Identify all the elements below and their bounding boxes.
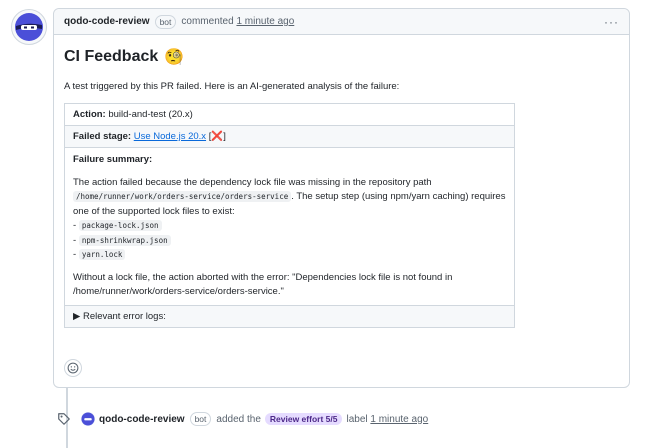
comment-body: CI Feedback 🧐 A test triggered by this P… bbox=[54, 35, 629, 328]
tag-icon bbox=[58, 413, 70, 425]
repo-path-code: /home/runner/work/orders-service/orders-… bbox=[73, 191, 292, 202]
avatar[interactable] bbox=[11, 9, 47, 45]
logs-summary[interactable]: Relevant error logs: bbox=[83, 311, 166, 322]
avatar[interactable] bbox=[81, 412, 95, 426]
review-effort-label[interactable]: Review effort 5/5 bbox=[264, 413, 343, 425]
event-author[interactable]: qodo-code-review bbox=[99, 414, 185, 425]
failed-stage-row: Failed stage: Use Node.js 20.x [❌] bbox=[64, 125, 515, 148]
timeline-event: qodo-code-review bot added the Review ef… bbox=[57, 412, 428, 426]
more-options-icon[interactable]: ··· bbox=[604, 15, 619, 29]
list-item: - yarn.lock bbox=[73, 248, 506, 263]
bot-avatar-icon bbox=[81, 412, 95, 426]
feedback-table: Action: build-and-test (20.x) Failed sta… bbox=[64, 103, 515, 328]
comment-author[interactable]: qodo-code-review bbox=[64, 16, 150, 27]
summary-label: Failure summary: bbox=[73, 154, 153, 165]
comment-title: CI Feedback 🧐 bbox=[64, 47, 618, 67]
bot-avatar-icon bbox=[15, 13, 43, 41]
comment-action: commented bbox=[181, 16, 234, 27]
summary-row: Failure summary: The action failed becau… bbox=[64, 147, 515, 306]
add-reaction-button[interactable] bbox=[64, 359, 82, 377]
bot-badge: bot bbox=[189, 412, 212, 426]
action-label: Action: bbox=[73, 109, 106, 120]
title-text: CI Feedback bbox=[64, 48, 159, 65]
comment-box: qodo-code-review bot commented 1 minute … bbox=[53, 8, 630, 388]
summary-paragraph: The action failed because the dependency… bbox=[73, 176, 506, 220]
failed-stage-label: Failed stage: bbox=[73, 131, 132, 142]
summary-text-3: Without a lock file, the action aborted … bbox=[73, 271, 453, 298]
action-value: build-and-test (20.x) bbox=[108, 109, 193, 120]
event-time[interactable]: 1 minute ago bbox=[370, 414, 428, 425]
expand-triangle-icon[interactable]: ▶ bbox=[73, 311, 80, 322]
logs-row[interactable]: ▶ Relevant error logs: bbox=[64, 304, 515, 328]
comment-time[interactable]: 1 minute ago bbox=[236, 16, 294, 27]
cross-mark-icon: ❌ bbox=[211, 131, 224, 142]
comment-header: qodo-code-review bot commented 1 minute … bbox=[54, 9, 629, 35]
failed-stage-link[interactable]: Use Node.js 20.x bbox=[134, 131, 206, 142]
action-row: Action: build-and-test (20.x) bbox=[64, 103, 515, 126]
intro-text: A test triggered by this PR failed. Here… bbox=[64, 81, 400, 92]
lock-file-list: - package-lock.json - npm-shrinkwrap.jso… bbox=[73, 219, 506, 263]
event-text-after: label bbox=[346, 413, 368, 425]
bot-badge: bot bbox=[154, 14, 177, 29]
bracket-close: ] bbox=[223, 131, 226, 142]
list-item: - package-lock.json bbox=[73, 219, 506, 234]
summary-text-1: The action failed because the dependency… bbox=[73, 176, 432, 188]
event-text-before: added the bbox=[216, 413, 261, 425]
smiley-icon bbox=[67, 362, 79, 374]
list-item: - npm-shrinkwrap.json bbox=[73, 234, 506, 249]
thinking-face-icon: 🧐 bbox=[164, 49, 185, 66]
